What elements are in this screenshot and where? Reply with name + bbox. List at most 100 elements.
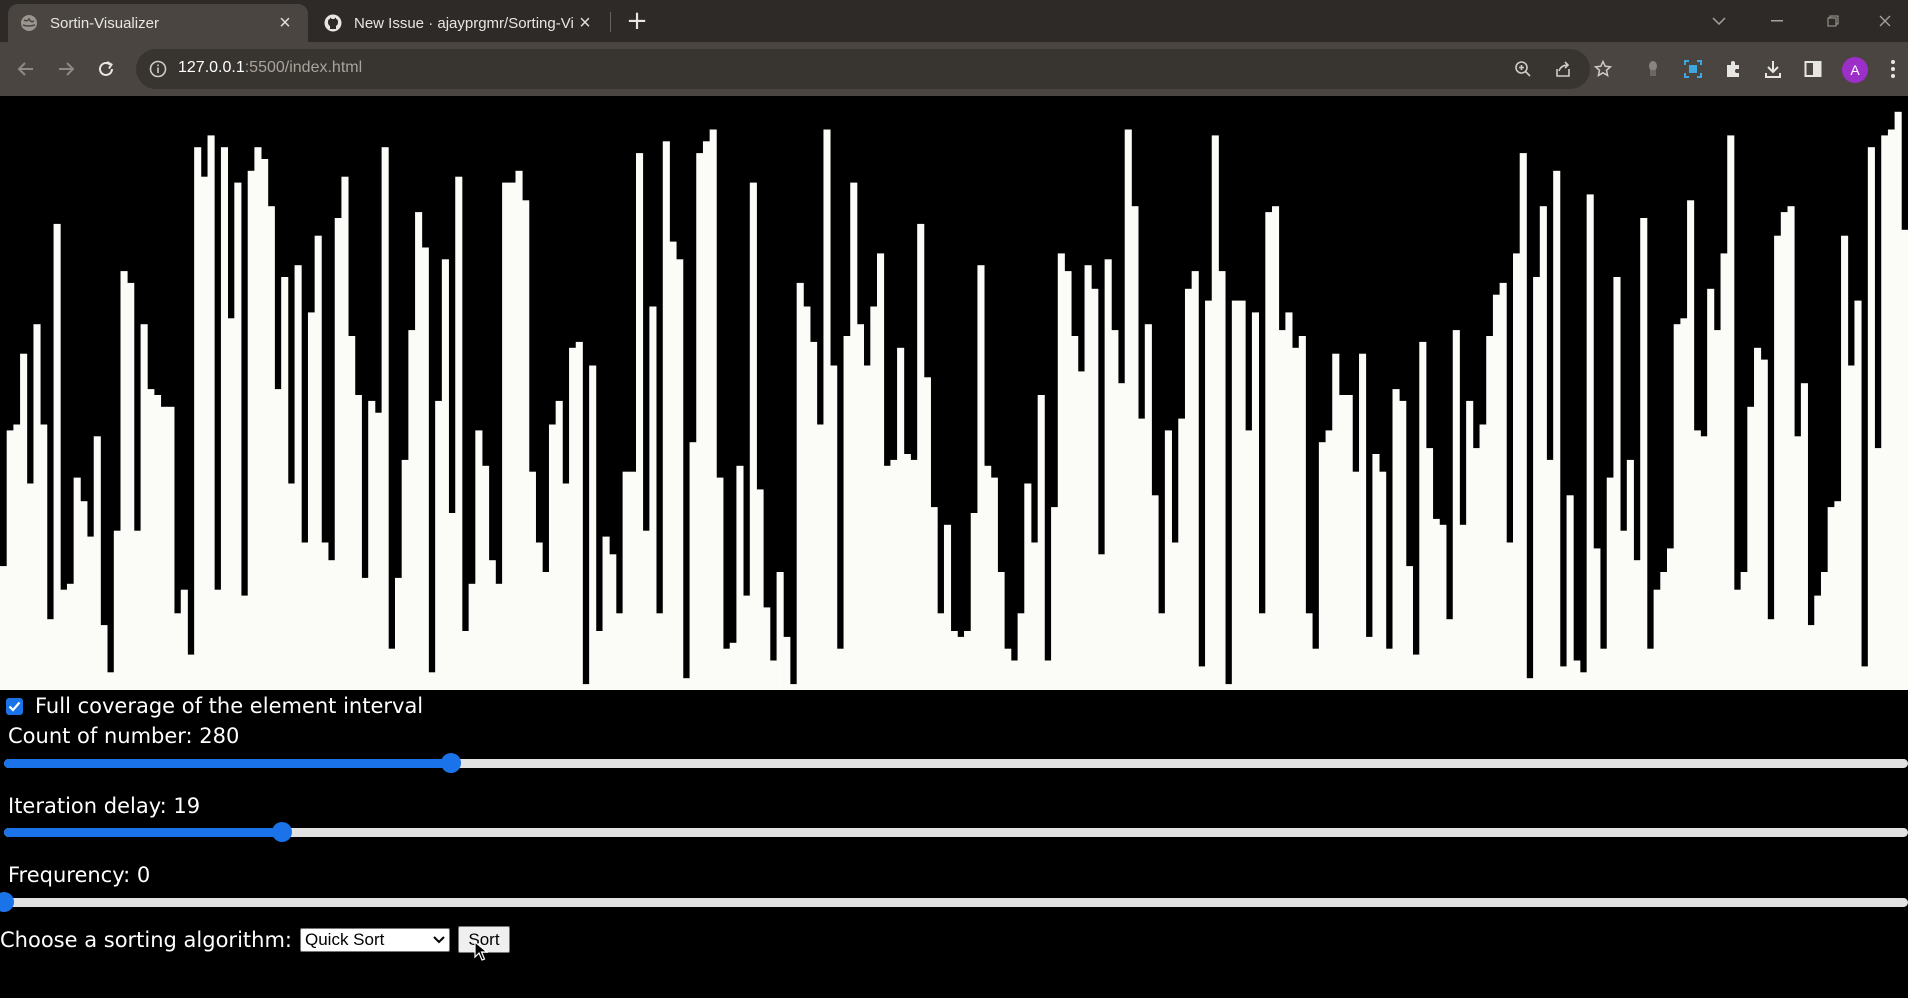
bar	[1138, 418, 1146, 690]
bar	[964, 631, 972, 690]
tab-new-issue[interactable]: New Issue · ajayprgmr/Sorting-Vi ×	[312, 4, 608, 42]
side-panel-icon[interactable]	[1798, 54, 1828, 84]
bar	[1051, 507, 1059, 690]
close-tab-icon[interactable]: ×	[274, 12, 296, 34]
bar	[1084, 265, 1092, 690]
bar	[46, 619, 54, 690]
browser-tab-strip: Sortin-Visualizer × New Issue · ajayprgm…	[0, 0, 1908, 42]
bar	[682, 678, 690, 690]
bar	[1600, 648, 1608, 690]
kebab-menu-icon[interactable]	[1878, 54, 1908, 84]
bar	[1626, 459, 1634, 690]
bar	[1606, 477, 1614, 690]
bar	[241, 595, 249, 690]
minimize-icon[interactable]	[1752, 0, 1802, 42]
bar	[1231, 300, 1239, 690]
delay-slider[interactable]	[4, 822, 1908, 842]
bar	[482, 465, 490, 690]
coverage-checkbox[interactable]	[6, 697, 23, 715]
extensions-puzzle-icon[interactable]	[1718, 54, 1748, 84]
algorithm-select[interactable]: Quick Sort	[299, 927, 450, 952]
back-arrow-icon[interactable]	[10, 53, 42, 85]
bar	[1867, 147, 1875, 690]
algorithm-row: Choose a sorting algorithm: Quick Sort S…	[0, 926, 510, 953]
reload-icon[interactable]	[90, 53, 122, 85]
bar	[535, 542, 543, 690]
browser-toolbar: 127.0.0.1:5500/index.html A	[0, 42, 1908, 96]
bar	[220, 147, 229, 690]
bar	[970, 513, 978, 690]
bar	[1312, 648, 1320, 690]
share-icon[interactable]	[1552, 58, 1574, 80]
bar	[66, 583, 75, 690]
bar	[1787, 206, 1795, 690]
close-window-icon[interactable]	[1860, 0, 1908, 42]
bar	[1653, 589, 1661, 690]
extension-pin-icon[interactable]	[1638, 54, 1668, 84]
bar	[575, 341, 583, 690]
bar	[589, 365, 597, 690]
bar	[428, 672, 436, 690]
bar	[1620, 530, 1628, 690]
count-slider[interactable]	[4, 753, 1908, 773]
bar	[669, 241, 677, 690]
bar	[435, 400, 443, 690]
bar	[1211, 135, 1219, 690]
bar	[1184, 288, 1193, 690]
bar	[508, 182, 516, 690]
bar	[1533, 277, 1541, 690]
bar	[756, 489, 764, 690]
bar	[1526, 678, 1534, 690]
coverage-row: Full coverage of the element interval	[6, 694, 423, 718]
bar	[843, 336, 851, 690]
bar	[1613, 277, 1621, 690]
forward-arrow-icon[interactable]	[50, 53, 82, 85]
tab-sortin-visualizer[interactable]: Sortin-Visualizer ×	[8, 4, 308, 42]
delay-slider-thumb[interactable]	[271, 822, 292, 842]
bar	[1660, 572, 1668, 690]
bar	[803, 306, 811, 690]
zoom-icon[interactable]	[1512, 58, 1534, 80]
bar	[649, 306, 657, 690]
download-icon[interactable]	[1758, 54, 1788, 84]
bar	[194, 147, 202, 690]
bar	[33, 324, 41, 690]
address-bar[interactable]: 127.0.0.1:5500/index.html	[136, 49, 1612, 89]
frequency-slider[interactable]	[0, 892, 1908, 912]
frequency-slider-thumb[interactable]	[0, 892, 14, 912]
bar	[153, 395, 162, 690]
frequency-slider-track	[4, 898, 1908, 907]
bar	[1800, 383, 1808, 690]
bar	[455, 176, 463, 690]
bar	[1131, 206, 1139, 690]
bar	[1158, 613, 1166, 690]
bar	[1794, 436, 1802, 690]
bar	[394, 577, 403, 690]
bar	[1365, 636, 1373, 690]
restore-icon[interactable]	[1808, 0, 1858, 42]
bar	[180, 589, 188, 690]
bar	[1318, 442, 1326, 690]
bar	[1486, 336, 1494, 690]
bar	[254, 147, 262, 690]
screen-capture-icon[interactable]	[1678, 54, 1708, 84]
bar	[1894, 111, 1902, 690]
bar	[548, 424, 557, 690]
bar	[287, 483, 295, 690]
profile-avatar[interactable]: A	[1842, 57, 1868, 83]
chevron-down-icon	[433, 935, 445, 943]
tab-title: New Issue · ajayprgmr/Sorting-Vi	[354, 14, 574, 32]
count-slider-thumb[interactable]	[441, 753, 462, 773]
new-tab-button[interactable]: +	[622, 6, 652, 36]
bar	[314, 235, 322, 690]
bar	[1459, 524, 1467, 690]
bar	[388, 648, 396, 690]
site-info-icon[interactable]	[148, 59, 168, 79]
bookmark-star-icon[interactable]	[1592, 58, 1614, 80]
close-tab-icon[interactable]: ×	[574, 12, 596, 34]
bar	[830, 365, 838, 690]
tab-search-chevron-icon[interactable]	[1694, 0, 1744, 42]
tab-title: Sortin-Visualizer	[50, 14, 159, 32]
bar	[1767, 619, 1775, 690]
bar	[461, 631, 470, 690]
